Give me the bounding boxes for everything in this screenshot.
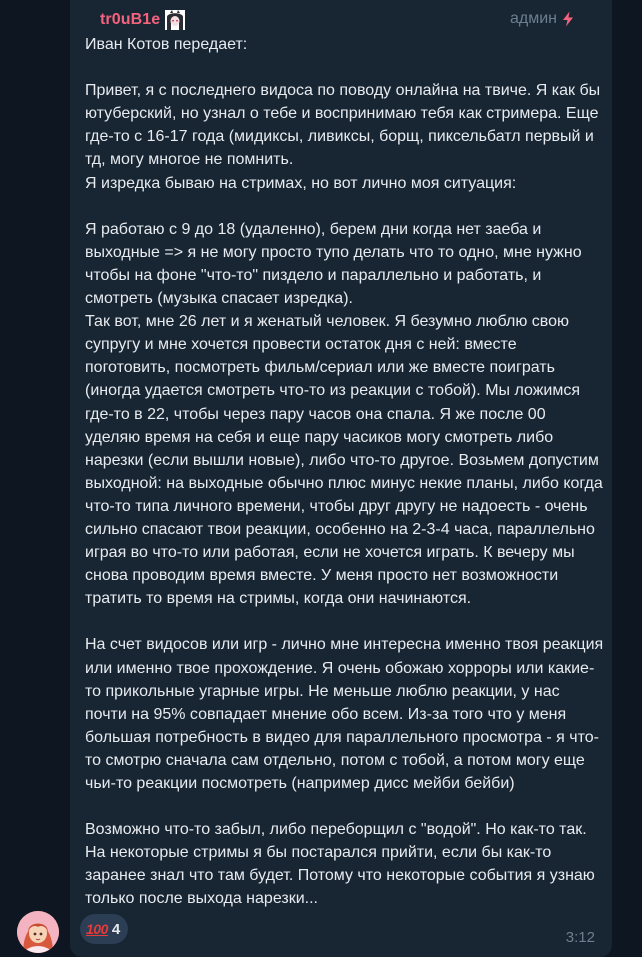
lightning-icon	[561, 11, 575, 27]
sender-name[interactable]: tr0uB1e	[100, 11, 160, 29]
message-header: tr0uB1e админ	[85, 6, 597, 32]
sender[interactable]: tr0uB1e	[100, 9, 186, 31]
role-label: админ	[509, 10, 557, 27]
admin-role: админ	[510, 10, 575, 28]
anime-character-sticker-icon	[164, 9, 186, 31]
chat-view: tr0uB1e админ Иван Котов передает: Приве…	[0, 0, 642, 957]
reaction-button[interactable]: 100 4	[80, 914, 129, 944]
reaction-count: 4	[111, 920, 121, 938]
sender-avatar[interactable]	[17, 911, 59, 953]
avatar-image-icon	[17, 911, 59, 953]
message-bubble: tr0uB1e админ Иван Котов передает: Приве…	[70, 0, 612, 957]
hundred-points-icon: 100	[86, 921, 108, 937]
message-time: 3:12	[565, 929, 595, 946]
message-text: Иван Котов передает: Привет, я с последн…	[85, 36, 604, 908]
